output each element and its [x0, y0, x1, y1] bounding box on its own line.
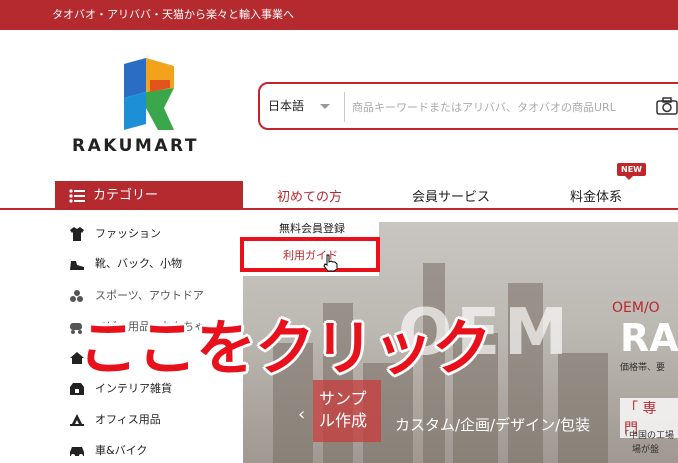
chevron-left-icon[interactable]: ‹ — [298, 404, 305, 425]
banner-subtitle: 価格帯、要 — [620, 363, 666, 373]
banner-small-text-1: 「中国の工場 — [620, 431, 675, 441]
car-icon — [70, 447, 84, 458]
camera-icon[interactable] — [656, 97, 678, 115]
search-bar: 日本語 — [258, 82, 678, 130]
nav-first-time[interactable]: 初めての方 — [277, 186, 342, 205]
sidebar-item-label: ファッション — [95, 227, 161, 240]
sidebar-item-car[interactable]: 車&バイク — [55, 437, 243, 463]
sidebar-item-shoes[interactable]: 靴、バック、小物 — [55, 250, 243, 278]
sidebar-item-label: オフィス用品 — [95, 413, 161, 426]
category-button[interactable]: カテゴリー — [55, 181, 243, 210]
banner-custom-text: カスタム/企画/デザイン/包装 — [395, 416, 591, 434]
sidebar-item-label: 車&バイク — [95, 444, 148, 457]
top-banner: タオバオ・アリババ・天猫から楽々と輸入事業へ — [0, 0, 678, 30]
menu-item-free-registration[interactable]: 無料会員登録 — [279, 220, 345, 236]
sidebar-item-label: 靴、バック、小物 — [95, 257, 183, 270]
banner-right-title: OEM/O — [612, 300, 660, 316]
new-badge: NEW — [617, 163, 646, 180]
office-icon — [70, 414, 84, 426]
rakumart-logo[interactable]: RAKUMART — [72, 58, 232, 158]
search-input[interactable] — [352, 94, 642, 120]
banner-ra-text: RA — [620, 316, 678, 360]
click-here-callout: ここをクリック — [78, 314, 492, 384]
nav-pricing[interactable]: 料金体系 — [570, 186, 622, 205]
shoe-icon — [70, 261, 84, 270]
language-select[interactable]: 日本語 — [268, 97, 304, 114]
category-label: カテゴリー — [93, 188, 159, 203]
click-highlight-box — [240, 237, 380, 272]
chevron-down-icon[interactable] — [320, 104, 330, 109]
logo-mark-icon — [124, 58, 174, 130]
logo-text: RAKUMART — [72, 136, 199, 156]
sample-creation-box: サンプル作成 — [313, 380, 381, 442]
list-icon — [69, 189, 85, 203]
banner-small-text-2: 場が盤 — [632, 445, 660, 455]
divider — [344, 92, 345, 122]
sidebar-item-fashion[interactable]: ファッション — [55, 220, 243, 248]
nav-member-service[interactable]: 会員サービス — [412, 186, 490, 205]
sidebar-item-office[interactable]: オフィス用品 — [55, 406, 243, 434]
page: タオバオ・アリババ・天猫から楽々と輸入事業へ RAKUMART 日本語 カテゴリ… — [0, 0, 678, 463]
hand-cursor-icon — [323, 254, 338, 272]
shirt-icon — [70, 227, 84, 241]
